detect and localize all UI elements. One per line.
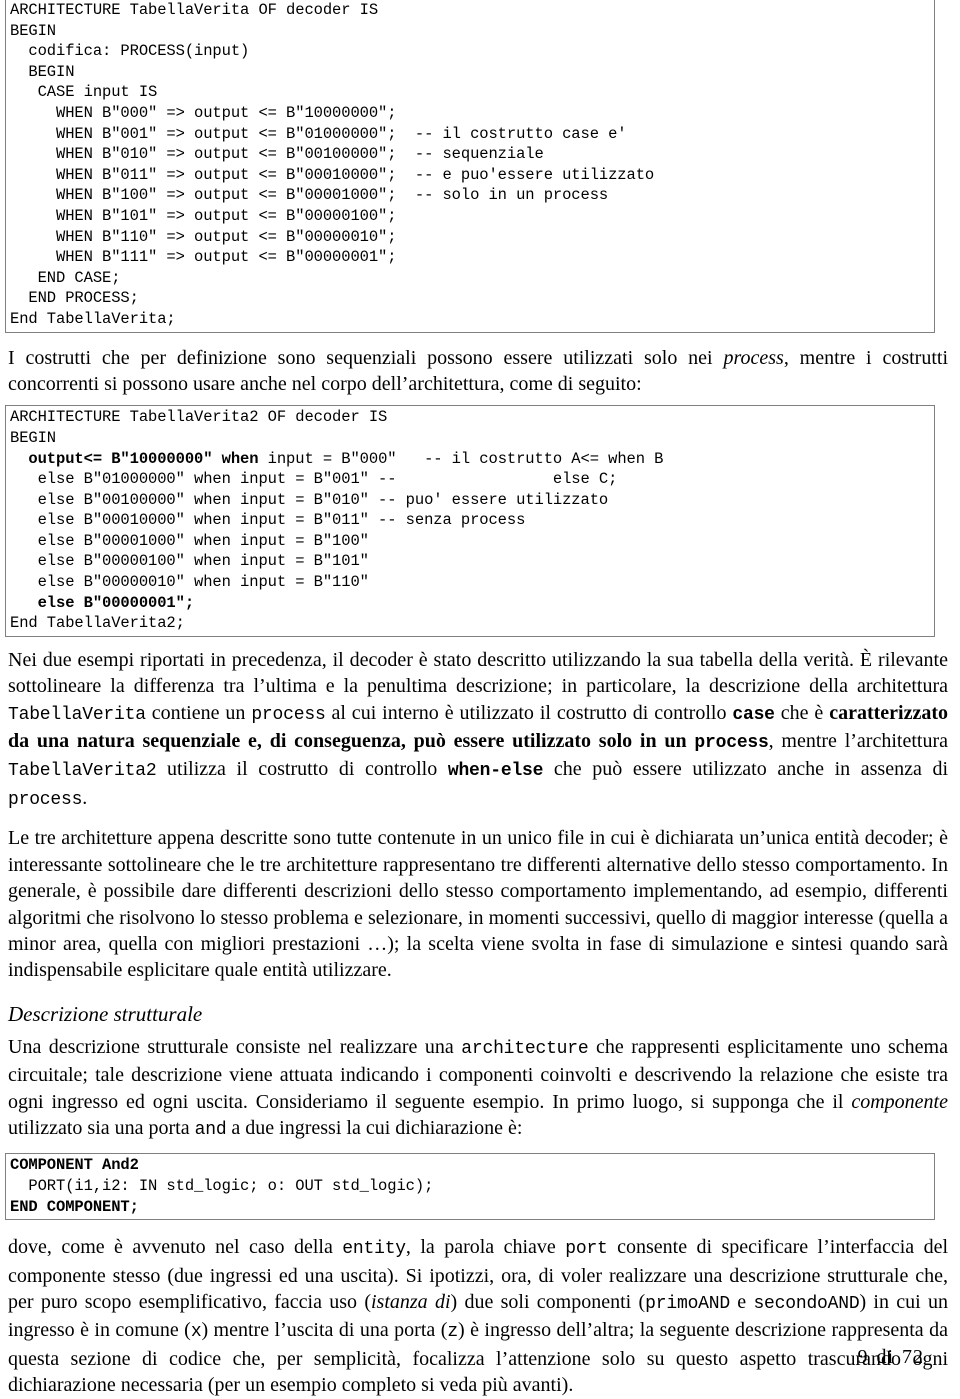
code-line: COMPONENT And2 — [10, 1155, 930, 1176]
code-line: BEGIN — [10, 428, 57, 447]
text-run-italic: componente — [851, 1090, 948, 1113]
text-run-normal: Nei due esempi riportati in precedenza, … — [8, 648, 948, 698]
code-line: WHEN B"000" => output <= B"10000000"; — [10, 103, 397, 122]
text-run-normal: utilizza il costrutto di controllo — [156, 758, 448, 781]
code-line: codifica: PROCESS(input) — [10, 42, 250, 61]
text-run-normal: che può essere utilizzato anche in assen… — [543, 758, 949, 781]
code-line: WHEN B"110" => output <= B"00000010"; — [10, 227, 397, 246]
code-keyword: COMPONENT And2 — [10, 1156, 139, 1175]
code-line: WHEN B"001" => output <= B"01000000"; --… — [10, 124, 627, 143]
document-page: ARCHITECTURE TabellaVerita OF decoder IS… — [0, 0, 960, 1396]
code-keyword: END COMPONENT; — [10, 1197, 139, 1216]
text-run-normal: e — [730, 1290, 754, 1313]
text-run-mono: primoAND — [645, 1293, 730, 1314]
page-footer: 9 di 72 — [853, 1346, 928, 1369]
code-line: PORT(i1,i2: IN std_logic; o: OUT std_log… — [10, 1176, 434, 1195]
text-run-normal: . — [82, 786, 88, 809]
text-run-normal: utilizzato sia una porta — [8, 1116, 195, 1139]
code-line: CASE input IS — [10, 83, 158, 102]
text-run-normal: che è — [774, 701, 830, 724]
text-run-normal: contiene un — [145, 701, 252, 724]
text-run-mono-bold: when-else — [447, 761, 544, 782]
text-run-italic: process — [723, 346, 784, 369]
code-line: WHEN B"101" => output <= B"00000100"; — [10, 206, 397, 225]
code-line: WHEN B"111" => output <= B"00000001"; — [10, 248, 397, 267]
code-block-architecture-tabellaverita2: ARCHITECTURE TabellaVerita2 OF decoder I… — [5, 405, 935, 637]
text-run-mono: process — [251, 704, 326, 725]
text-run-mono: process — [8, 789, 83, 810]
code-line: else B"00010000" when input = B"011" -- … — [10, 511, 526, 530]
code-line: ARCHITECTURE TabellaVerita2 OF decoder I… — [10, 408, 388, 427]
code-line: END COMPONENT; — [10, 1197, 930, 1218]
footer-separator: di — [876, 1346, 894, 1368]
paragraph-descrizione-strutturale: Una descrizione strutturale consiste nel… — [0, 1034, 960, 1144]
paragraph-costrutti-sequenziali: I costrutti che per definizione sono seq… — [0, 345, 960, 398]
text-run-normal: ) mentre l’uscita di una porta ( — [201, 1319, 448, 1342]
code-line: ARCHITECTURE TabellaVerita OF decoder IS — [10, 1, 379, 19]
code-line: else B"01000000" when input = B"001" -- … — [10, 470, 618, 489]
code-line: BEGIN — [10, 21, 57, 40]
code-line: else B"00000100" when input = B"101" — [10, 552, 369, 571]
text-run-normal: a due ingressi la cui dichiarazione è: — [226, 1116, 523, 1139]
text-run-normal: , mentre l’architettura — [768, 730, 948, 753]
text-run-normal: Le tre architetture appena descritte son… — [8, 827, 948, 982]
text-run-mono: secondoAND — [753, 1293, 860, 1314]
code-line: End TabellaVerita; — [10, 309, 176, 328]
text-run-italic: istanza di — [371, 1290, 451, 1313]
text-run-normal: , la parola chiave — [405, 1236, 566, 1259]
text-run-mono: x — [190, 1322, 202, 1343]
text-run-mono: TabellaVerita2 — [8, 761, 157, 782]
code-line: END PROCESS; — [10, 289, 139, 308]
code-line: else B"00001000" when input = B"100" — [10, 531, 369, 550]
text-run-mono: port — [565, 1239, 608, 1260]
text-run-normal: Una descrizione strutturale consiste nel… — [8, 1035, 462, 1058]
code-line: WHEN B"010" => output <= B"00100000"; --… — [10, 145, 544, 164]
paragraph-due-esempi: Nei due esempi riportati in precedenza, … — [0, 647, 960, 813]
text-run-normal: dove, come è avvenuto nel caso della — [8, 1236, 343, 1259]
text-run-mono: z — [447, 1322, 458, 1343]
heading-descrizione-strutturale: Descrizione strutturale — [8, 1001, 203, 1026]
footer-total-pages: 72 — [902, 1346, 924, 1368]
text-run-mono-bold: case — [732, 704, 775, 725]
code-line: else B"00000010" when input = B"110" — [10, 573, 369, 592]
paragraph-port-keyword: dove, come è avvenuto nel caso della ent… — [0, 1234, 960, 1398]
footer-page-number: 9 — [857, 1346, 869, 1368]
code-line: BEGIN — [10, 62, 75, 81]
code-keyword: else B"00000001"; — [10, 593, 195, 612]
code-keyword: output<= B"10000000" when — [10, 449, 259, 468]
code-line: WHEN B"100" => output <= B"00001000"; --… — [10, 186, 609, 205]
text-run-mono: architecture — [461, 1038, 589, 1059]
code-line: END CASE; — [10, 268, 121, 287]
code-line: output<= B"10000000" when input = B"000"… — [10, 449, 664, 468]
code-line: else B"00000001"; — [10, 593, 930, 614]
text-run-mono: entity — [342, 1239, 406, 1260]
paragraph-tre-architetture: Le tre architetture appena descritte son… — [0, 825, 960, 983]
text-run-mono-bold: process — [694, 733, 769, 754]
code-block-component-and2: COMPONENT And2 PORT(i1,i2: IN std_logic;… — [5, 1153, 935, 1221]
text-run-normal: ) due soli componenti ( — [450, 1290, 646, 1313]
code-line: WHEN B"011" => output <= B"00010000"; --… — [10, 165, 655, 184]
text-run-mono: and — [194, 1119, 227, 1140]
code-line: else B"00100000" when input = B"010" -- … — [10, 490, 609, 509]
code-line: End TabellaVerita2; — [10, 614, 185, 633]
text-run-mono: TabellaVerita — [8, 704, 146, 725]
text-run-normal: al cui interno è utilizzato il costrutto… — [325, 701, 733, 724]
code-block-architecture-tabellaverita: ARCHITECTURE TabellaVerita OF decoder IS… — [5, 0, 935, 333]
text-run-normal: I costrutti che per definizione sono seq… — [8, 346, 724, 369]
